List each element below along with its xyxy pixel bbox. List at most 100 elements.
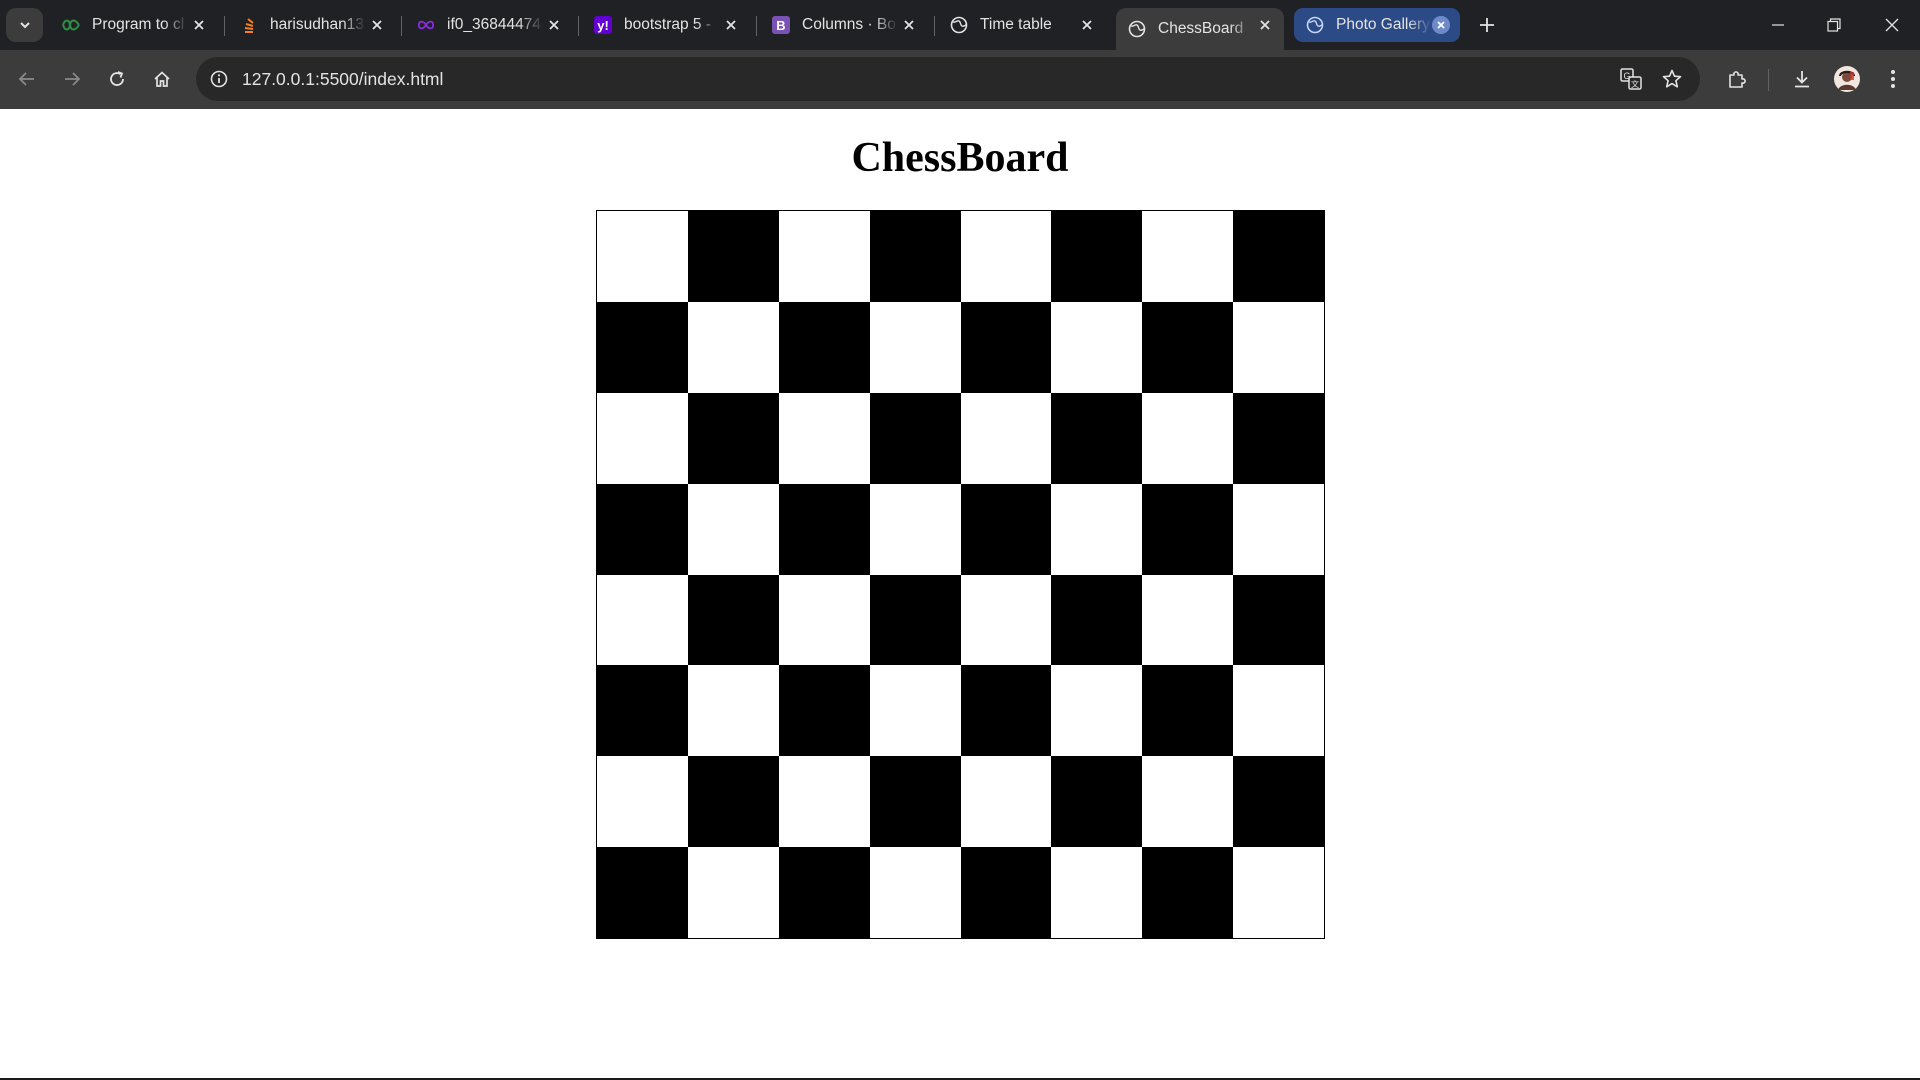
light-square: [597, 211, 688, 302]
address-bar[interactable]: 127.0.0.1:5500/index.html G文: [196, 57, 1700, 101]
dark-square: [778, 665, 870, 757]
dark-square: [1051, 574, 1143, 666]
light-square: [597, 574, 688, 666]
svg-text:y!: y!: [597, 18, 609, 33]
chessboard: [596, 210, 1325, 939]
dark-square: [1051, 392, 1143, 484]
light-square: [1233, 483, 1324, 575]
toolbar-separator: [1768, 69, 1769, 91]
dark-square: [1233, 756, 1324, 848]
tab-title: Time table: [980, 16, 1052, 33]
site-info-icon[interactable]: [204, 64, 234, 94]
light-square: [687, 847, 779, 938]
light-square: [1051, 665, 1143, 757]
light-square: [687, 301, 779, 393]
tab-time-table[interactable]: Time table: [938, 8, 1106, 42]
chevron-down-icon: [18, 18, 32, 32]
svg-text:B: B: [776, 18, 785, 33]
close-tab-icon[interactable]: [545, 16, 563, 34]
reload-button[interactable]: [102, 64, 132, 94]
dark-square: [1142, 665, 1234, 757]
dark-square: [1233, 211, 1324, 302]
reload-icon: [108, 70, 126, 88]
back-button[interactable]: [12, 64, 42, 94]
new-tab-button[interactable]: [1474, 12, 1500, 38]
light-square: [1051, 301, 1143, 393]
tab-bootstrap-columns[interactable]: B Columns · Bo: [760, 8, 928, 42]
bootstrap-icon: B: [772, 16, 790, 34]
light-square: [1051, 847, 1143, 938]
close-window-button[interactable]: [1864, 0, 1920, 50]
dark-square: [597, 301, 688, 393]
dark-square: [869, 756, 961, 848]
close-tab-icon[interactable]: [1432, 16, 1450, 34]
light-square: [687, 665, 779, 757]
infinityfree-icon: [417, 16, 435, 34]
tab-title: harisudhan13: [270, 16, 364, 33]
light-square: [1233, 301, 1324, 393]
extensions-button[interactable]: [1722, 64, 1752, 94]
forward-button[interactable]: [57, 64, 87, 94]
arrow-right-icon: [63, 70, 81, 88]
light-square: [869, 301, 961, 393]
tab-photo-gallery[interactable]: Photo Gallery: [1294, 8, 1460, 42]
tab-title: bootstrap 5 -: [624, 16, 712, 33]
tab-harisudhan[interactable]: harisudhan13: [228, 8, 396, 42]
tab-title: Columns · Bo: [802, 16, 896, 33]
tab-chessboard[interactable]: ChessBoard: [1116, 8, 1284, 50]
restore-button[interactable]: [1806, 0, 1862, 50]
tab-search-button[interactable]: [6, 8, 43, 42]
arrow-left-icon: [18, 70, 36, 88]
translate-icon[interactable]: G文: [1616, 64, 1646, 94]
tab-separator: [224, 16, 225, 36]
light-square: [960, 756, 1052, 848]
close-tab-icon[interactable]: [1256, 16, 1274, 34]
dark-square: [778, 483, 870, 575]
close-icon: [1885, 18, 1899, 32]
dark-square: [869, 392, 961, 484]
minimize-button[interactable]: [1750, 0, 1806, 50]
bookmark-star-icon[interactable]: [1657, 64, 1687, 94]
dark-square: [960, 847, 1052, 938]
light-square: [778, 392, 870, 484]
light-square: [1233, 665, 1324, 757]
light-square: [1142, 392, 1234, 484]
light-square: [869, 483, 961, 575]
menu-button[interactable]: [1878, 64, 1908, 94]
close-tab-icon[interactable]: [900, 16, 918, 34]
dark-square: [597, 665, 688, 757]
close-tab-icon[interactable]: [368, 16, 386, 34]
globe-icon: [1128, 20, 1146, 38]
dark-square: [1051, 756, 1143, 848]
avatar: [1834, 66, 1860, 92]
dark-square: [1142, 301, 1234, 393]
tab-separator: [401, 16, 402, 36]
light-square: [1142, 574, 1234, 666]
dark-square: [869, 211, 961, 302]
light-square: [778, 756, 870, 848]
tab-separator: [756, 16, 757, 36]
tab-yahoo[interactable]: y! bootstrap 5 -: [582, 8, 750, 42]
close-tab-icon[interactable]: [1078, 16, 1096, 34]
dark-square: [1233, 574, 1324, 666]
dark-square: [1051, 211, 1143, 302]
close-tab-icon[interactable]: [190, 16, 208, 34]
tab-title: ChessBoard: [1158, 20, 1244, 37]
tab-title: Photo Gallery: [1336, 16, 1430, 33]
dark-square: [960, 301, 1052, 393]
close-tab-icon[interactable]: [722, 16, 740, 34]
home-button[interactable]: [147, 64, 177, 94]
browser-toolbar: 127.0.0.1:5500/index.html G文: [0, 50, 1920, 109]
tab-infinityfree[interactable]: if0_36844474: [405, 8, 573, 42]
dark-square: [1233, 392, 1324, 484]
downloads-button[interactable]: [1787, 64, 1817, 94]
dark-square: [869, 574, 961, 666]
url-text[interactable]: 127.0.0.1:5500/index.html: [242, 69, 443, 90]
light-square: [778, 211, 870, 302]
dark-square: [597, 847, 688, 938]
light-square: [1142, 211, 1234, 302]
dark-square: [687, 756, 779, 848]
profile-button[interactable]: [1832, 64, 1862, 94]
tab-program[interactable]: Program to cl: [50, 8, 218, 42]
gfg-icon: [62, 16, 80, 34]
